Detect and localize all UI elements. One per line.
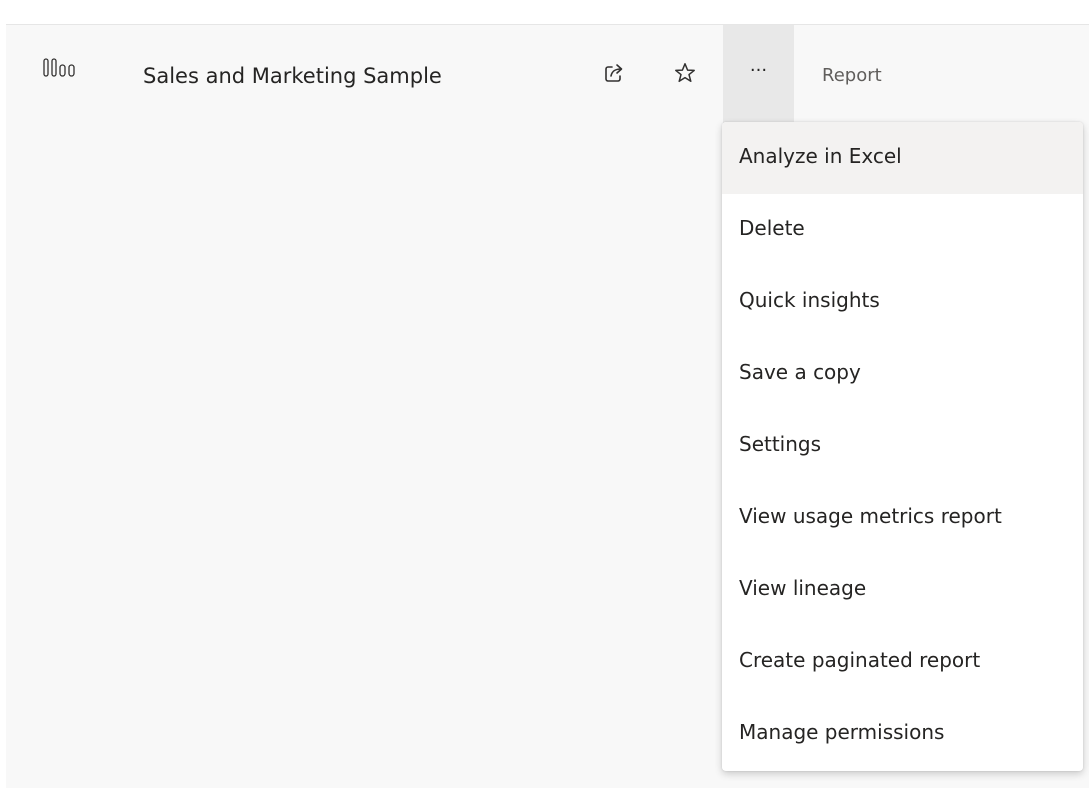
context-menu: Analyze in Excel Delete Quick insights S… xyxy=(722,122,1083,771)
context-menu-list: Analyze in Excel Delete Quick insights S… xyxy=(722,122,1083,770)
menu-item-quick-insights[interactable]: Quick insights xyxy=(722,266,1083,338)
menu-item-settings[interactable]: Settings xyxy=(722,410,1083,482)
report-icon xyxy=(42,57,76,79)
menu-item-save-a-copy[interactable]: Save a copy xyxy=(722,338,1083,410)
menu-item-label: Quick insights xyxy=(739,288,880,312)
list-row[interactable]: Sales and Marketing Sample ··· Report xyxy=(6,25,1089,125)
menu-item-label: View usage metrics report xyxy=(739,504,1002,528)
menu-item-analyze-in-excel[interactable]: Analyze in Excel xyxy=(722,122,1083,194)
menu-item-view-lineage[interactable]: View lineage xyxy=(722,554,1083,626)
item-type-label: Report xyxy=(822,65,882,86)
report-name-link[interactable]: Sales and Marketing Sample xyxy=(143,63,442,89)
menu-item-label: View lineage xyxy=(739,576,867,600)
more-options-button[interactable]: ··· xyxy=(723,25,794,123)
menu-item-label: Save a copy xyxy=(739,360,861,384)
menu-item-manage-permissions[interactable]: Manage permissions xyxy=(722,698,1083,770)
workspace-content: Sales and Marketing Sample ··· Report An… xyxy=(6,24,1089,788)
menu-item-label: Delete xyxy=(739,216,805,240)
menu-item-label: Settings xyxy=(739,432,822,456)
menu-item-view-usage-metrics-report[interactable]: View usage metrics report xyxy=(722,482,1083,554)
more-options-icon: ··· xyxy=(749,60,768,81)
share-icon[interactable] xyxy=(602,61,626,85)
menu-item-label: Manage permissions xyxy=(739,720,945,744)
menu-item-label: Analyze in Excel xyxy=(739,144,902,168)
star-icon[interactable] xyxy=(673,61,697,85)
menu-item-label: Create paginated report xyxy=(739,648,981,672)
menu-item-create-paginated-report[interactable]: Create paginated report xyxy=(722,626,1083,698)
menu-item-delete[interactable]: Delete xyxy=(722,194,1083,266)
